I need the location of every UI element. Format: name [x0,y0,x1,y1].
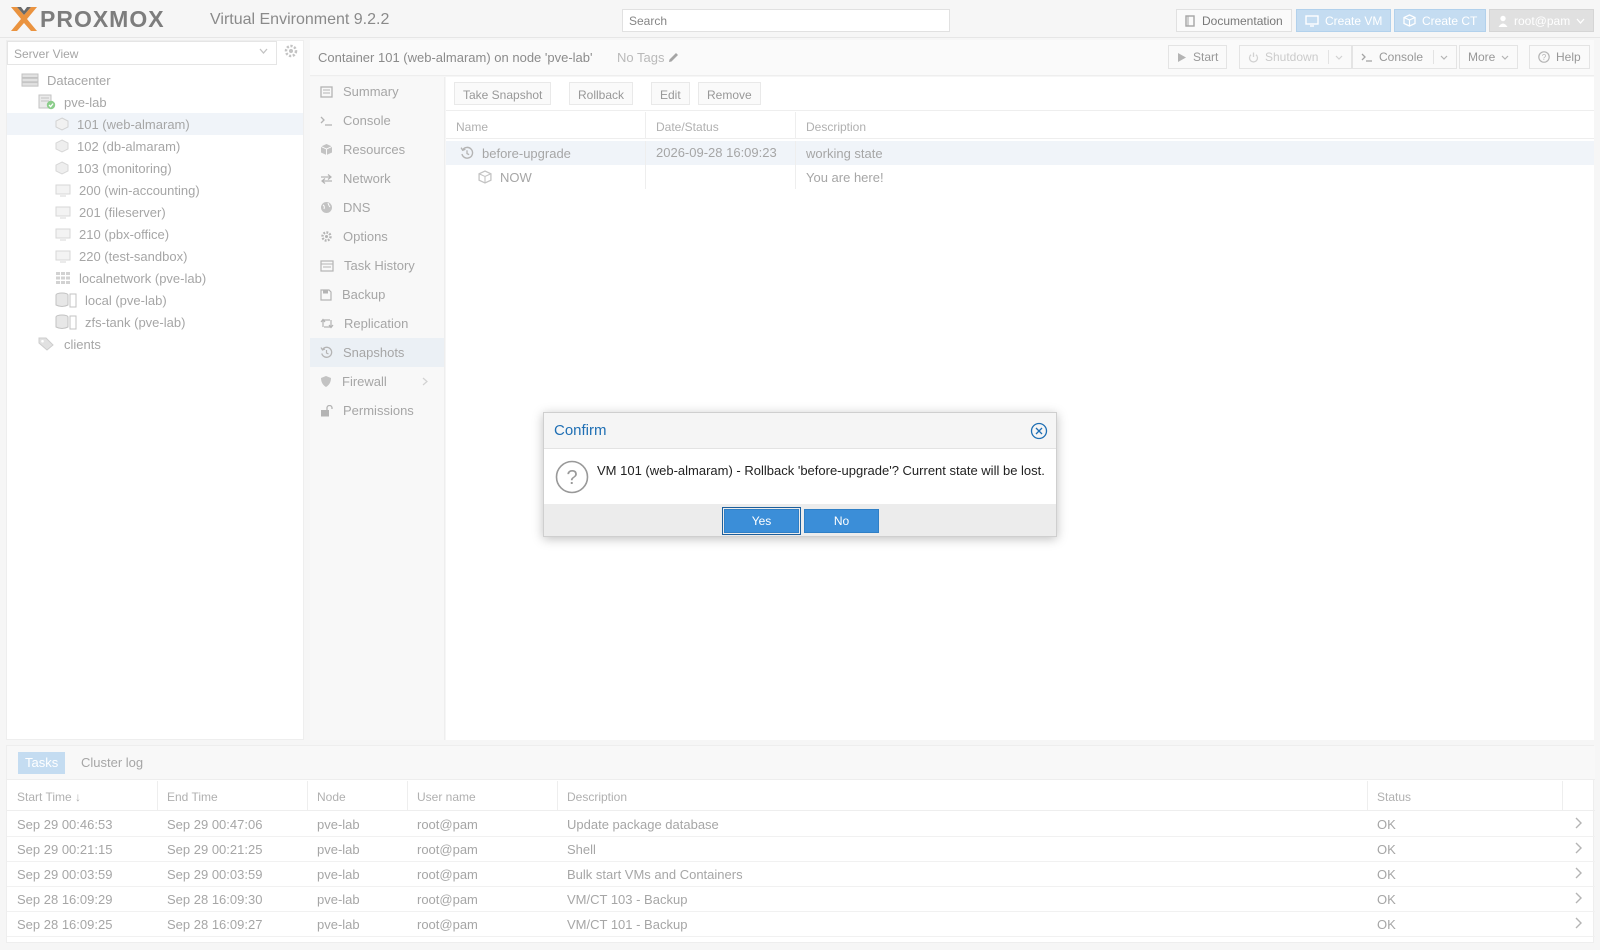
question-icon: ? [555,460,589,494]
confirm-dialog: Confirm ? VM 101 (web-almaram) - Rollbac… [543,412,1057,537]
dialog-footer: Yes No [544,504,1056,536]
dialog-body: ? VM 101 (web-almaram) - Rollback 'befor… [544,450,1056,504]
close-icon [1030,422,1048,440]
dialog-header: Confirm [544,413,1056,449]
dialog-close-button[interactable] [1030,422,1048,440]
svg-text:?: ? [566,467,577,489]
no-button[interactable]: No [804,509,879,533]
dialog-title: Confirm [554,422,607,439]
dialog-message: VM 101 (web-almaram) - Rollback 'before-… [597,463,1045,478]
yes-button[interactable]: Yes [722,507,801,535]
